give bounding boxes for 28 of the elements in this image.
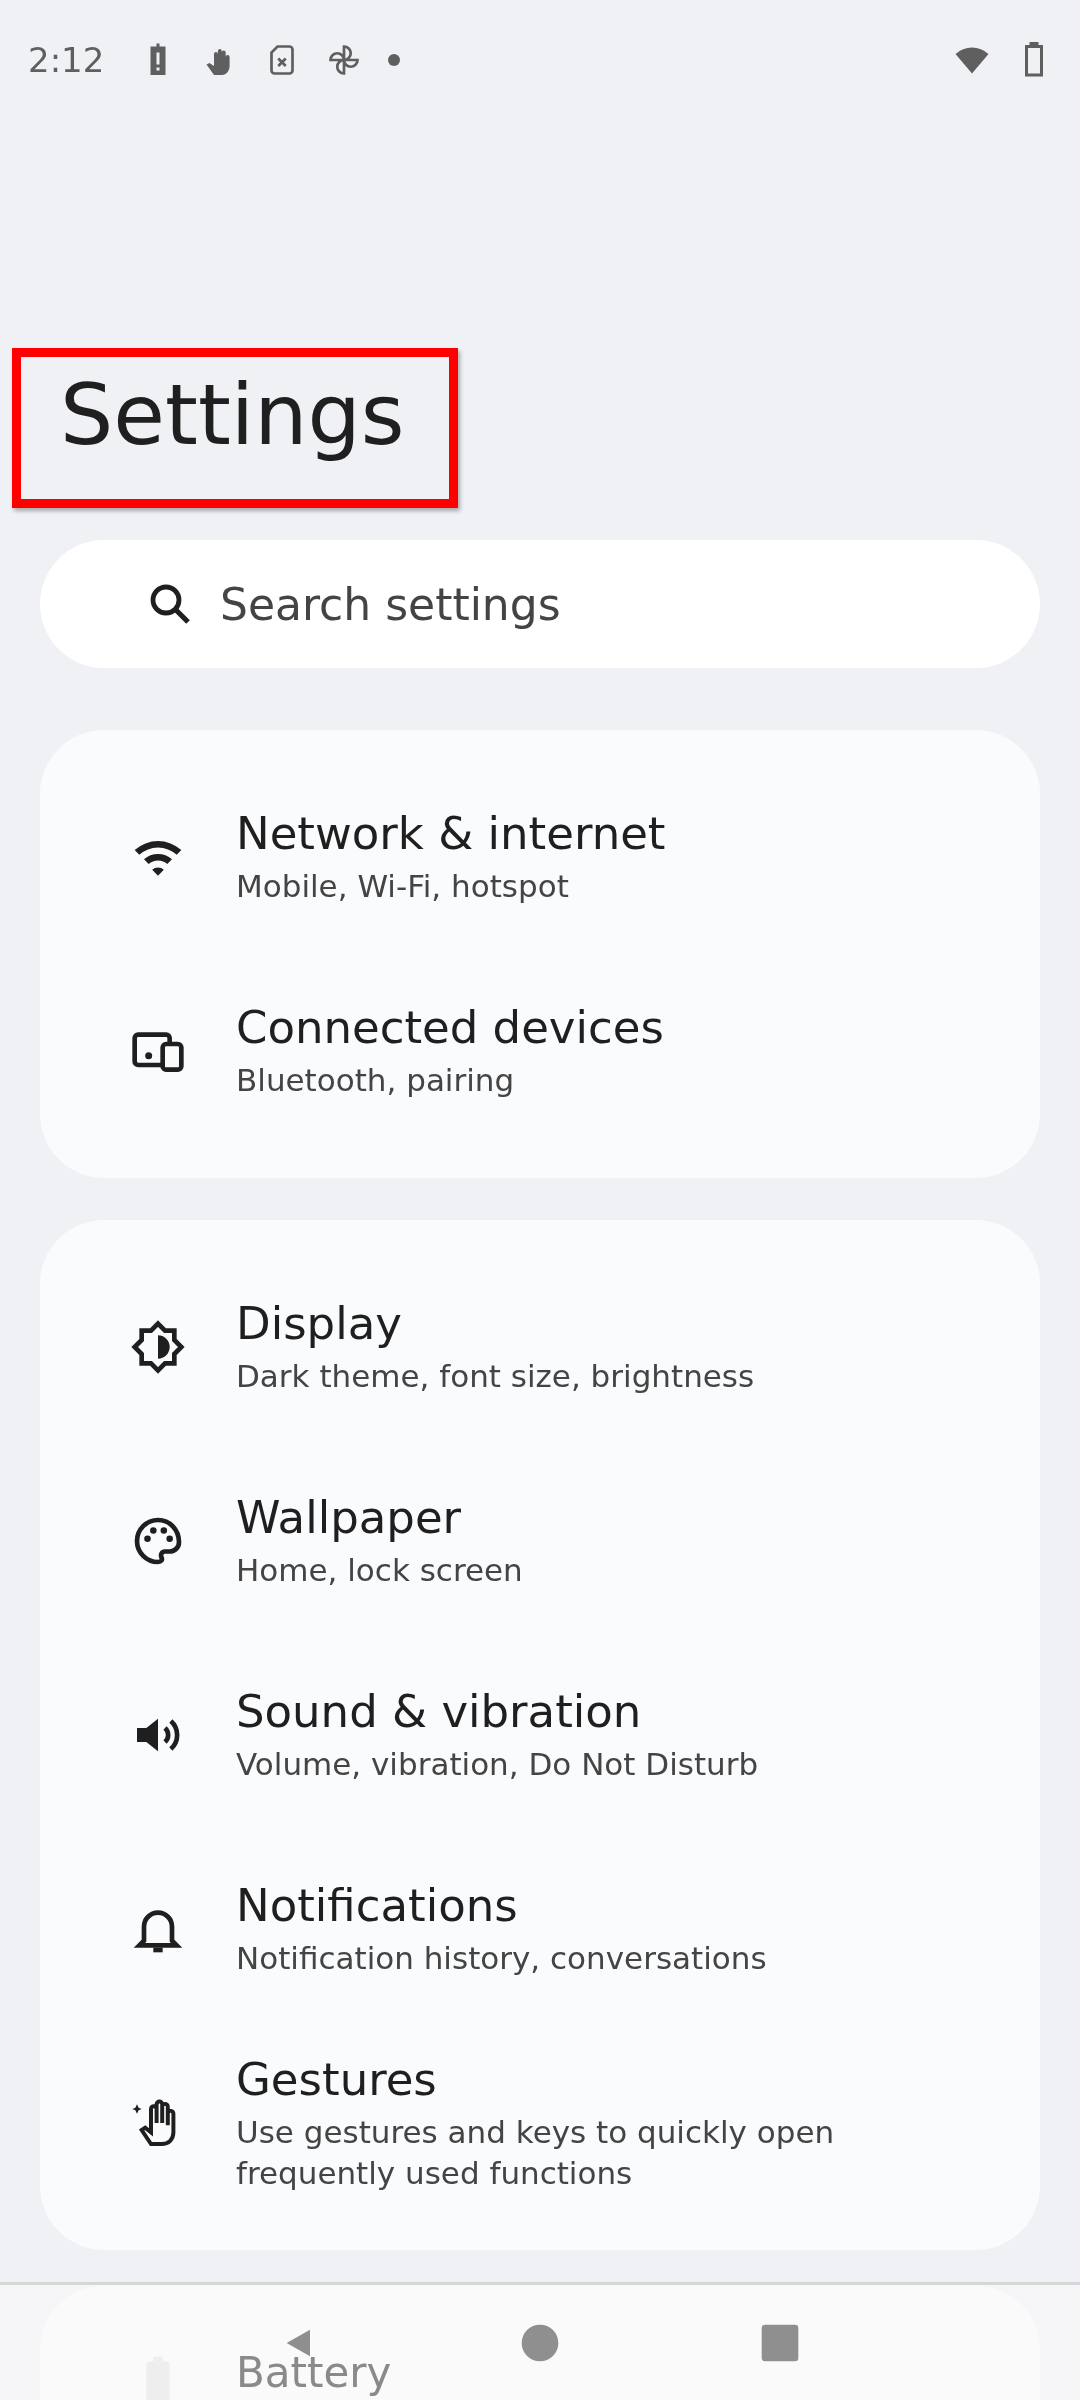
item-title: Notifications <box>236 1879 519 1933</box>
settings-item[interactable]: Gestures Use gestures and keys to quickly open frequently used functions <box>40 2026 1040 2220</box>
item-subtitle: Bluetooth, pairing <box>236 1061 516 1101</box>
item-title: Connected devices <box>236 1001 664 1055</box>
item-subtitle: Dark theme, font size, brightness <box>236 1357 755 1397</box>
item-title: Wallpaper <box>236 1491 463 1545</box>
brightness-icon <box>130 1319 186 1375</box>
settings-item[interactable]: Sound & vibration Volume, vibration, Do Not Disturb <box>40 1638 1040 1832</box>
search-field[interactable]: Search settings <box>40 540 1040 668</box>
settings-item[interactable]: Wallpaper Home, lock screen <box>40 1444 1040 1638</box>
item-title: Display <box>236 1297 403 1351</box>
status-time: 2:12 <box>28 40 105 80</box>
item-title: Battery <box>236 2352 392 2394</box>
item-title: Gestures <box>236 2053 438 2107</box>
settings-item[interactable]: Connected devices Bluetooth, pairing <box>40 954 1040 1148</box>
dot-icon <box>388 54 401 66</box>
home-icon[interactable] <box>520 2322 560 2363</box>
item-subtitle: Mobile, Wi-Fi, hotspot <box>236 867 570 907</box>
item-subtitle: Use gestures and keys to quickly open frequently used functions <box>236 2113 836 2193</box>
item-subtitle: Volume, vibration, Do Not Disturb <box>236 1745 759 1785</box>
item-subtitle: Home, lock screen <box>236 1551 523 1591</box>
settings-item[interactable]: Network & internet Mobile, Wi-Fi, hotspot <box>40 760 1040 954</box>
page-title: Settings <box>12 348 458 508</box>
settings-item[interactable]: Notifications Notification history, conversations <box>40 1832 1040 2026</box>
item-title: Sound & vibration <box>236 1685 643 1739</box>
item-title: Network & internet <box>236 807 666 861</box>
settings-item[interactable]: Display Dark theme, font size, brightness <box>40 1250 1040 1444</box>
item-subtitle: Notification history, conversations <box>236 1939 767 1979</box>
